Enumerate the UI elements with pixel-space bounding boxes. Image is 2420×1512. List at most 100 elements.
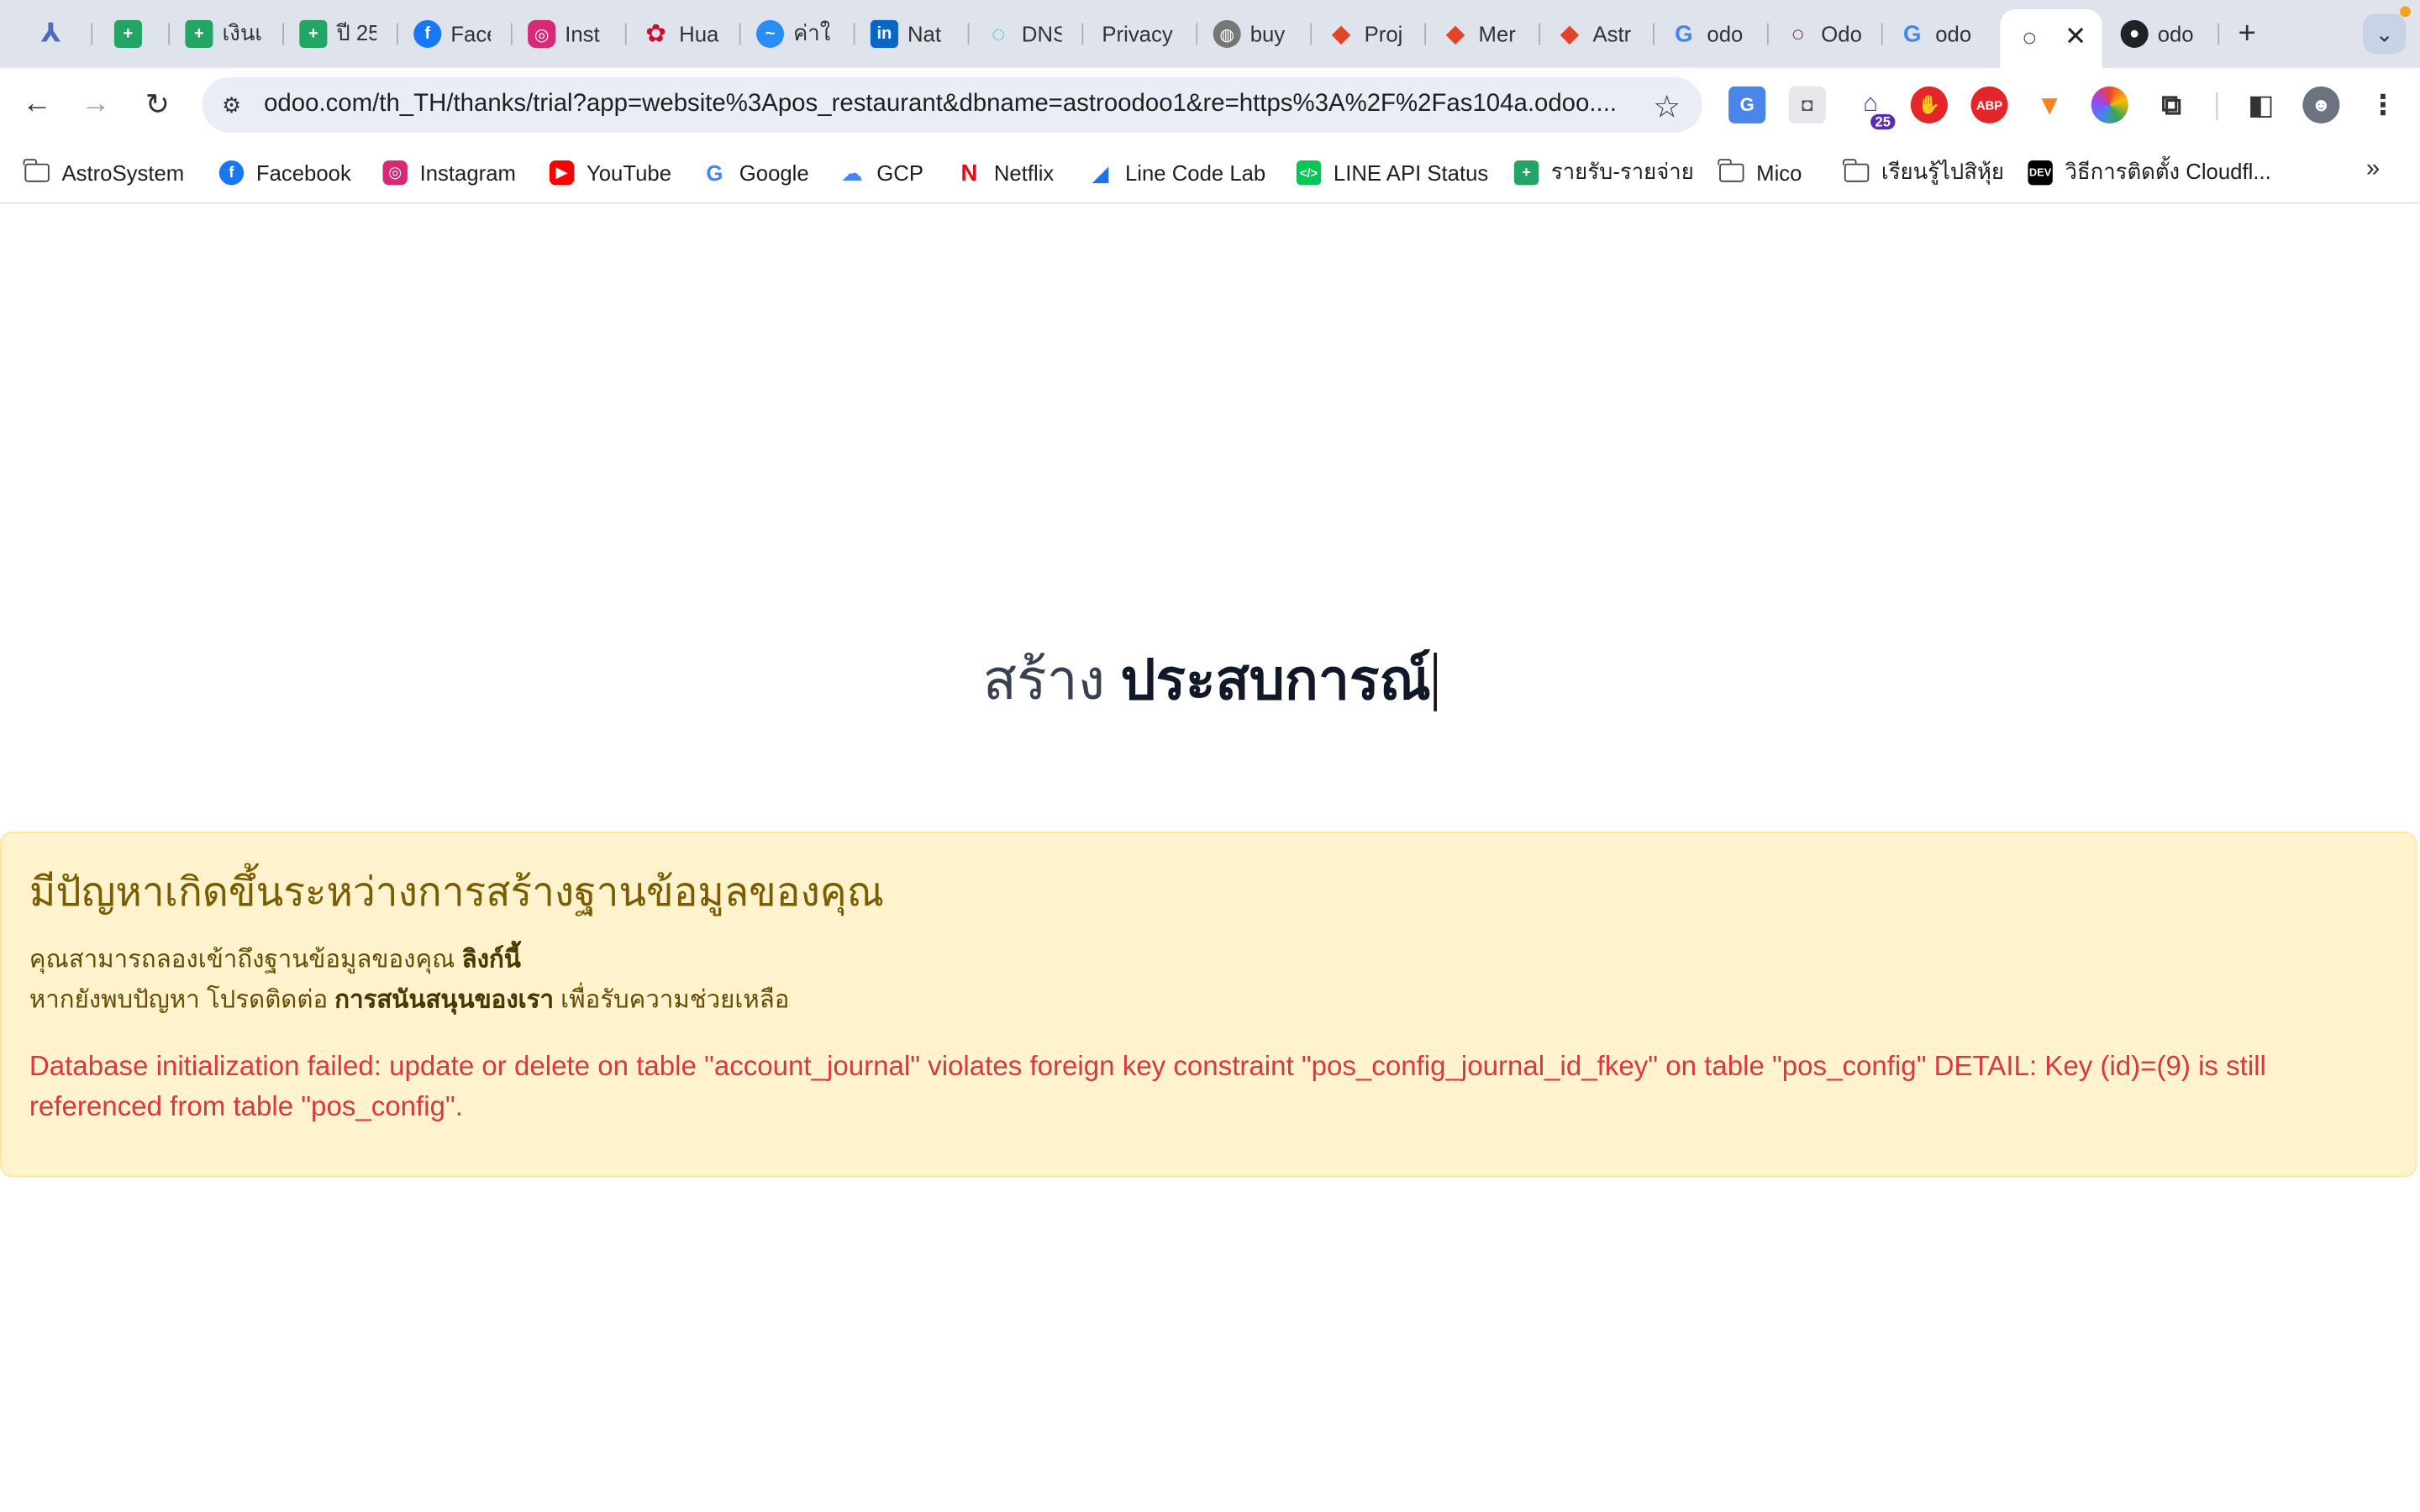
bookmark-label: YouTube xyxy=(586,160,671,186)
bookmark-folder[interactable]: AstroSystem xyxy=(24,156,184,190)
tab[interactable]: ◆ Astr xyxy=(1540,11,1655,57)
google-icon: G xyxy=(1675,20,1693,48)
metamask-icon[interactable]: ▼ xyxy=(2031,87,2068,123)
sheets-icon: + xyxy=(185,19,213,48)
typing-cursor xyxy=(1434,652,1438,711)
tab-title: Mer xyxy=(1478,21,1516,47)
bookmark[interactable]: + รายรับ-รายจ่าย xyxy=(1513,156,1694,190)
support-link[interactable]: การสนันสนุนของเรา xyxy=(334,987,554,1013)
block-extension-icon[interactable]: ✋ xyxy=(1910,86,1948,123)
tab[interactable]: ○ Odo xyxy=(1769,11,1883,57)
tab[interactable]: + เงินเ xyxy=(170,11,284,57)
toolbar-divider xyxy=(2216,92,2218,121)
address-bar[interactable]: ⚙ odoo.com/th_TH/thanks/trial?app=websit… xyxy=(202,76,1702,133)
tab[interactable]: ◌ DNS xyxy=(969,11,1084,57)
bookmark-label: วิธีการติดตั้ง Cloudfl... xyxy=(2065,159,2271,184)
tab-title: Hua xyxy=(679,21,719,47)
gitlab-icon: ◆ xyxy=(1560,21,1580,48)
app-icon: ⅄ xyxy=(40,18,61,48)
tab[interactable]: in Nat xyxy=(855,11,970,57)
gcp-icon: ☁ xyxy=(841,160,863,185)
line-api-icon: </> xyxy=(1296,160,1322,186)
bookmark-folder[interactable]: Mico xyxy=(1718,156,1802,190)
forward-button[interactable]: → xyxy=(77,87,114,123)
incognito-extension-icon[interactable]: ◘ xyxy=(1788,86,1826,123)
folder-icon xyxy=(1718,159,1744,182)
bookmarks-bar: AstroSystem f Facebook ◎ Instagram ▶ YouTub… xyxy=(0,141,2420,204)
youtube-icon: ▶ xyxy=(549,160,575,186)
bookmark-star-icon[interactable]: ☆ xyxy=(1653,88,1681,127)
side-panel-icon[interactable]: ◧ xyxy=(2243,87,2280,123)
tab-search-button[interactable]: ⌄ xyxy=(2362,13,2407,55)
tab[interactable]: + xyxy=(99,11,171,57)
alert-line-2: หากยังพบปัญหา โปรดติดต่อ การสนันสนุนของเ… xyxy=(29,981,790,1020)
extension-icon[interactable]: ⌂ 25 xyxy=(1852,87,1896,130)
menu-icon[interactable]: ⋮ xyxy=(2365,87,2402,123)
tab-title: buy xyxy=(1249,21,1286,47)
bookmark-label: Mico xyxy=(1756,160,1802,186)
bookmark[interactable]: f Facebook xyxy=(218,156,351,190)
bookmark[interactable]: ◢ Line Code Lab xyxy=(1088,156,1266,190)
database-link[interactable]: ลิงก์นี้ xyxy=(462,948,521,974)
reload-button[interactable]: ↻ xyxy=(139,87,176,123)
back-button[interactable]: ← xyxy=(18,87,55,123)
sheets-icon: + xyxy=(1513,160,1539,186)
tab[interactable]: f Face xyxy=(398,11,513,57)
bookmark[interactable]: </> LINE API Status xyxy=(1296,156,1488,190)
tab[interactable]: Privacy xyxy=(1083,11,1198,57)
site-info-icon[interactable]: ⚙ xyxy=(218,91,245,118)
toolbar: ← → ↻ ⚙ odoo.com/th_TH/thanks/trial?app=… xyxy=(0,67,2420,142)
adblock-plus-icon[interactable]: ABP xyxy=(1970,86,2008,123)
tab-active[interactable]: ○ ✕ xyxy=(2000,9,2102,68)
tab[interactable]: ◎ Inst xyxy=(513,11,627,57)
netflix-icon: N xyxy=(960,160,978,186)
odoo-icon: ○ xyxy=(2021,23,2038,53)
tab-title: Nat xyxy=(907,21,942,47)
tab[interactable]: ✿ Hua xyxy=(627,11,741,57)
tab[interactable]: ● odo xyxy=(2105,11,2220,57)
folder-icon xyxy=(24,159,50,182)
bookmark[interactable]: ◎ Instagram xyxy=(382,156,516,190)
dns-icon: ◌ xyxy=(992,20,1006,48)
alert-line-1-text: คุณสามารถลองเข้าถึงฐานข้อมูลของคุณ xyxy=(29,947,455,974)
bookmark-label: GCP xyxy=(876,160,923,186)
tab[interactable]: ~ ค่าใ xyxy=(741,11,855,57)
messenger-icon: ~ xyxy=(755,19,785,48)
bookmark[interactable]: ☁ GCP xyxy=(839,156,923,190)
bookmark[interactable]: ▶ YouTube xyxy=(549,156,671,190)
tab-title: เงินเ xyxy=(222,19,263,45)
profile-avatar[interactable]: ☻ xyxy=(2302,86,2340,123)
bookmark[interactable]: N Netflix xyxy=(957,156,1054,190)
tab-title: Inst xyxy=(565,21,600,47)
url-text[interactable]: odoo.com/th_TH/thanks/trial?app=website%… xyxy=(264,91,1631,118)
translate-extension-icon[interactable]: G xyxy=(1728,86,1766,123)
bookmark-label: Facebook xyxy=(255,160,351,186)
page-heading: สร้าง ประสบการณ์ xyxy=(0,636,2420,724)
bookmark[interactable]: G Google xyxy=(702,156,808,190)
tab[interactable]: ◍ buy xyxy=(1197,11,1313,57)
tab[interactable]: ⅄ xyxy=(22,11,93,57)
gitlab-icon: ◆ xyxy=(1445,21,1465,48)
color-picker-extension-icon[interactable] xyxy=(2091,86,2128,123)
globe-icon: ◍ xyxy=(1213,19,1241,48)
tab-title: Astr xyxy=(1592,21,1632,47)
close-tab-icon[interactable]: ✕ xyxy=(2065,22,2086,53)
tab[interactable]: ◆ Mer xyxy=(1426,11,1541,57)
linkedin-icon: in xyxy=(870,19,898,48)
bookmark-folder[interactable]: เรียนรู้ไปสิหุ้ย xyxy=(1843,156,2004,190)
gitlab-icon: ◆ xyxy=(1331,21,1351,48)
bookmark[interactable]: DEV วิธีการติดตั้ง Cloudfl... xyxy=(2028,156,2271,190)
alert-title: มีปัญหาเกิดขึ้นระหว่างการสร้างฐานข้อมูลข… xyxy=(29,869,885,916)
tab-title: DNS xyxy=(1021,21,1062,47)
github-icon: ● xyxy=(2120,19,2149,48)
tab[interactable]: + ปี 25 xyxy=(284,11,398,57)
new-tab-button[interactable]: + xyxy=(2226,14,2269,55)
heading-bold: ประสบการณ์ xyxy=(1120,648,1431,711)
tab[interactable]: G odo xyxy=(1655,11,1769,57)
tab[interactable]: ◆ Proj xyxy=(1312,11,1427,57)
tab[interactable]: G odo xyxy=(1883,11,1997,57)
extensions-puzzle-icon[interactable]: ⧉ xyxy=(2153,87,2190,123)
alert-line-1: คุณสามารถลองเข้าถึงฐานข้อมูลของคุณ ลิงก์… xyxy=(29,941,521,979)
more-bookmarks-chevron-icon[interactable]: » xyxy=(2366,156,2380,184)
bookmark-label: Line Code Lab xyxy=(1124,160,1266,186)
